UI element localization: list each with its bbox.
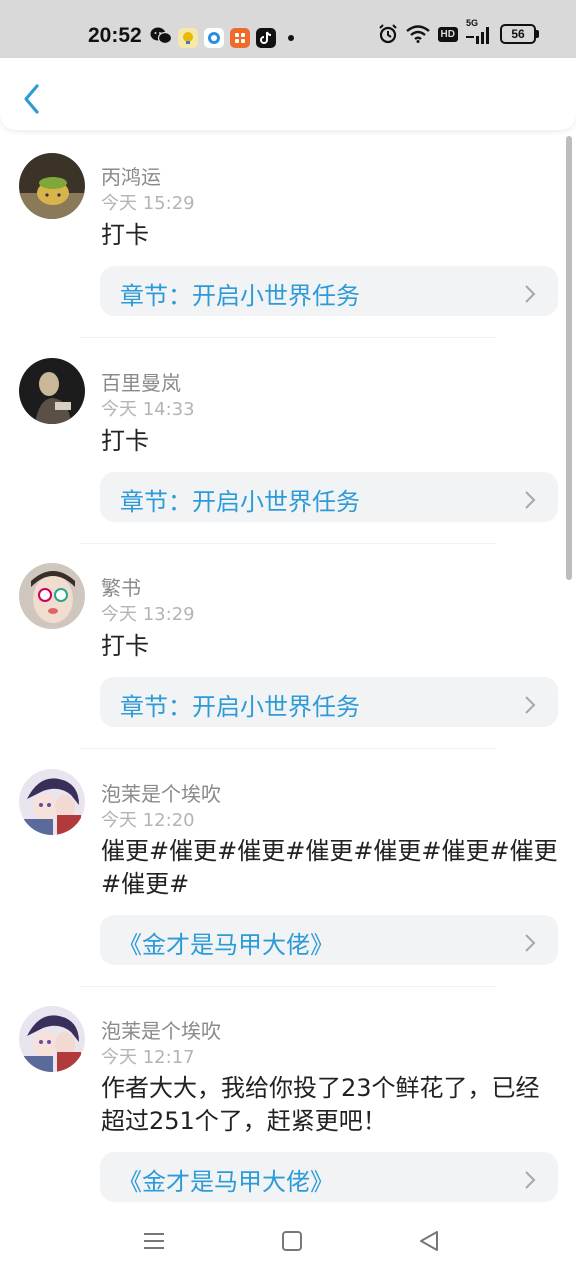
avatar[interactable] — [19, 769, 85, 835]
book-link-card[interactable]: 《金才是马甲大佬》 — [100, 915, 558, 965]
network-type: 5G — [466, 18, 479, 28]
chevron-right-icon — [524, 693, 536, 721]
status-bar: 20:52 HD 5G 56 — [0, 0, 576, 66]
chapter-link-card[interactable]: 章节：开启小世界任务 — [100, 677, 558, 727]
system-indicators: HD 5G 56 — [378, 18, 539, 44]
avatar[interactable] — [19, 153, 85, 219]
comment-author[interactable]: 丙鸿运 — [101, 161, 161, 190]
menu-icon[interactable] — [143, 1230, 165, 1256]
book-link-text: 《金才是马甲大佬》 — [118, 1168, 334, 1196]
chapter-link-text: 章节：开启小世界任务 — [120, 282, 360, 310]
signal-icon: 5G — [466, 18, 492, 44]
alarm-icon — [378, 24, 398, 44]
divider — [80, 337, 496, 338]
chevron-left-icon[interactable] — [18, 82, 48, 116]
system-navigation-bar — [0, 1212, 576, 1280]
blue-app-icon — [204, 28, 224, 48]
wechat-icon — [150, 26, 173, 50]
comment-content: 打卡 — [101, 221, 149, 249]
scrollbar[interactable] — [566, 136, 572, 580]
home-icon[interactable] — [281, 1230, 303, 1256]
chevron-right-icon — [524, 931, 536, 959]
yellow-app-icon — [178, 28, 198, 48]
comment-time: 今天 13:29 — [101, 604, 195, 625]
chapter-link-text: 章节：开启小世界任务 — [120, 488, 360, 516]
comment-content: 催更#催更#催更#催更#催更#催更#催更#催更# — [101, 837, 558, 898]
wifi-icon — [405, 25, 430, 43]
comment-author[interactable]: 百里曼岚 — [101, 367, 181, 396]
comment-time: 今天 12:17 — [101, 1047, 195, 1068]
comment-time: 今天 14:33 — [101, 399, 195, 420]
notification-icons — [150, 26, 294, 50]
orange-app-icon — [230, 28, 250, 48]
comment-author[interactable]: 泡茉是个埃吹 — [101, 778, 221, 807]
divider — [80, 986, 496, 987]
chapter-link-text: 章节：开启小世界任务 — [120, 693, 360, 721]
comment-time: 今天 12:20 — [101, 810, 195, 831]
comment-content: 打卡 — [101, 632, 149, 660]
divider — [80, 543, 496, 544]
hd-indicator: HD — [437, 26, 458, 42]
book-link-text: 《金才是马甲大佬》 — [118, 931, 334, 959]
chevron-right-icon — [524, 1168, 536, 1196]
comment-content: 作者大大，我给你投了23个鲜花了，已经超过251个了，赶紧更吧！ — [101, 1074, 540, 1135]
avatar[interactable] — [19, 358, 85, 424]
top-navigation-bar — [0, 58, 576, 130]
comment-time: 今天 15:29 — [101, 193, 195, 214]
more-notifications-dot — [288, 35, 294, 41]
chevron-right-icon — [524, 282, 536, 310]
battery-level: 56 — [511, 27, 525, 41]
status-time: 20:52 — [88, 24, 142, 47]
chapter-link-card[interactable]: 章节：开启小世界任务 — [100, 472, 558, 522]
avatar[interactable] — [19, 563, 85, 629]
book-link-card[interactable]: 《金才是马甲大佬》 — [100, 1152, 558, 1202]
back-triangle-icon[interactable] — [418, 1230, 440, 1256]
comment-author[interactable]: 泡茉是个埃吹 — [101, 1015, 221, 1044]
comment-author[interactable]: 繁书 — [101, 572, 141, 601]
tiktok-icon — [256, 28, 276, 48]
chapter-link-card[interactable]: 章节：开启小世界任务 — [100, 266, 558, 316]
battery-icon: 56 — [500, 24, 539, 44]
avatar[interactable] — [19, 1006, 85, 1072]
chevron-right-icon — [524, 488, 536, 516]
divider — [80, 748, 496, 749]
comment-content: 打卡 — [101, 427, 149, 455]
